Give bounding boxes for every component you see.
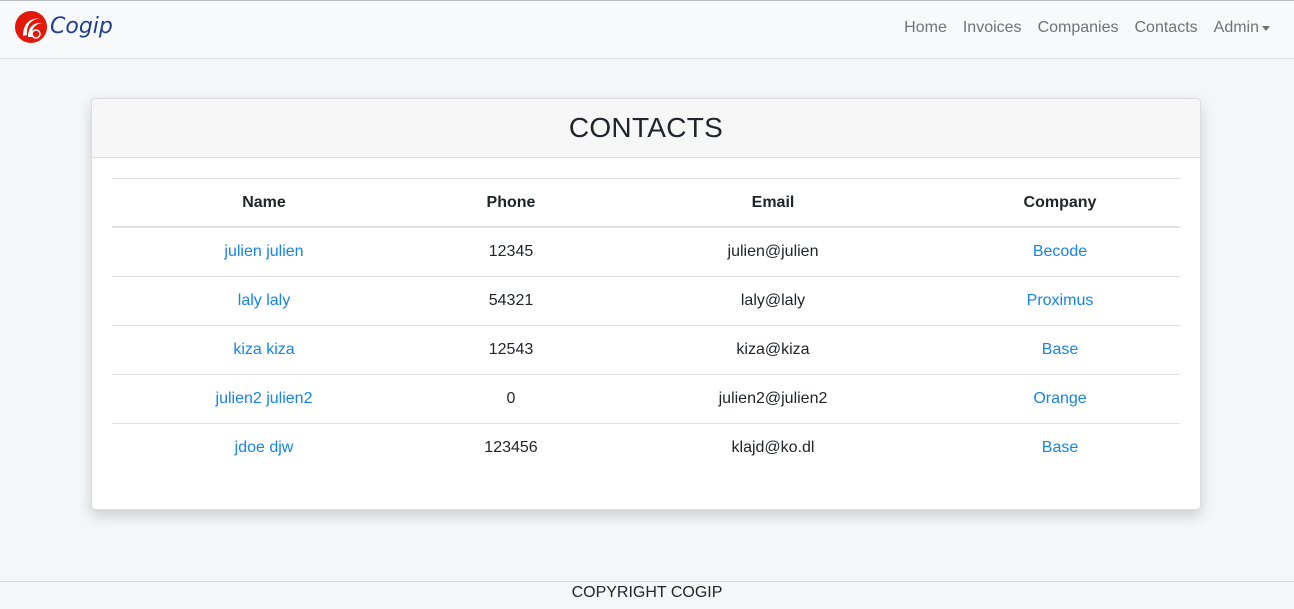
contacts-table: Name Phone Email Company julien julien 1…: [112, 178, 1180, 472]
company-link[interactable]: Base: [1042, 439, 1078, 456]
table-row: laly laly 54321 laly@laly Proximus: [112, 276, 1180, 326]
contacts-card: CONTACTS Name Phone Email Company julien…: [91, 98, 1201, 510]
caret-down-icon: [1262, 26, 1270, 31]
cell-name: laly laly: [112, 276, 416, 326]
cell-company: Base: [940, 423, 1180, 472]
company-link[interactable]: Orange: [1033, 390, 1086, 407]
cogip-logo-icon: [15, 11, 47, 43]
cell-email: kiza@kiza: [606, 325, 940, 375]
table-row: jdoe djw 123456 klajd@ko.dl Base: [112, 423, 1180, 472]
cell-name: julien2 julien2: [112, 374, 416, 424]
nav-link-contacts[interactable]: Contacts: [1135, 19, 1198, 37]
page-title: CONTACTS: [568, 112, 724, 143]
nav-dropdown-admin[interactable]: Admin: [1214, 19, 1270, 37]
footer: COPYRIGHT COGIP: [0, 581, 1294, 609]
cell-name: julien julien: [112, 226, 416, 277]
cell-phone: 0: [416, 374, 606, 424]
card-header: CONTACTS: [92, 99, 1200, 158]
company-link[interactable]: Base: [1042, 341, 1078, 358]
cell-email: julien@julien: [606, 226, 940, 277]
navbar: Cogip Home Invoices Companies Contacts A…: [0, 1, 1294, 59]
cell-email: julien2@julien2: [606, 374, 940, 424]
cell-name: kiza kiza: [112, 325, 416, 375]
cell-company: Base: [940, 325, 1180, 375]
cell-email: laly@laly: [606, 276, 940, 326]
page: Cogip Home Invoices Companies Contacts A…: [0, 0, 1294, 609]
cell-name: jdoe djw: [112, 423, 416, 472]
company-link[interactable]: Proximus: [1027, 292, 1094, 309]
table-row: julien2 julien2 0 julien2@julien2 Orange: [112, 374, 1180, 424]
nav-link-home[interactable]: Home: [904, 19, 947, 37]
contact-name-link[interactable]: julien2 julien2: [216, 390, 313, 407]
column-header-email: Email: [606, 178, 940, 228]
company-link[interactable]: Becode: [1033, 243, 1087, 260]
contact-name-link[interactable]: jdoe djw: [235, 439, 294, 456]
column-header-phone: Phone: [416, 178, 606, 228]
nav-link-companies[interactable]: Companies: [1038, 19, 1119, 37]
cell-company: Becode: [940, 226, 1180, 277]
brand-link[interactable]: Cogip: [14, 9, 113, 45]
table-header-row: Name Phone Email Company: [112, 178, 1180, 228]
contacts-table-wrap: Name Phone Email Company julien julien 1…: [112, 178, 1180, 472]
nav-links: Home Invoices Companies Contacts Admin: [888, 19, 1270, 37]
cell-company: Orange: [940, 374, 1180, 424]
nav-admin-label: Admin: [1213, 19, 1259, 36]
cell-company: Proximus: [940, 276, 1180, 326]
column-header-name: Name: [112, 178, 416, 228]
cell-email: klajd@ko.dl: [606, 423, 940, 472]
column-header-company: Company: [940, 178, 1180, 228]
cell-phone: 12543: [416, 325, 606, 375]
brand-name: Cogip: [50, 13, 113, 39]
table-row: julien julien 12345 julien@julien Becode: [112, 226, 1180, 277]
copyright-text: COPYRIGHT COGIP: [571, 584, 723, 601]
cell-phone: 12345: [416, 226, 606, 277]
table-row: kiza kiza 12543 kiza@kiza Base: [112, 325, 1180, 375]
nav-link-invoices[interactable]: Invoices: [963, 19, 1022, 37]
contact-name-link[interactable]: laly laly: [238, 292, 290, 309]
cell-phone: 123456: [416, 423, 606, 472]
contact-name-link[interactable]: julien julien: [224, 243, 303, 260]
cell-phone: 54321: [416, 276, 606, 326]
contact-name-link[interactable]: kiza kiza: [233, 341, 294, 358]
